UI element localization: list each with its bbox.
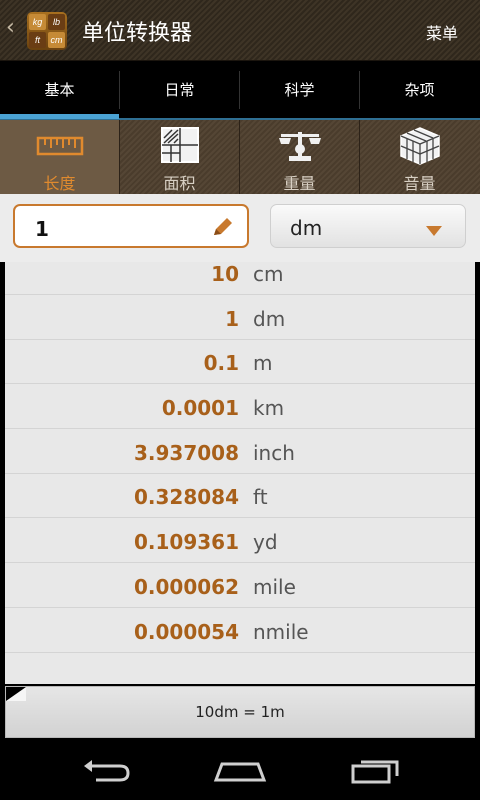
home-nav-icon[interactable]	[210, 754, 270, 786]
result-value: 0.0001	[161, 396, 239, 421]
app-icon[interactable]: kg lb ft cm	[27, 12, 67, 50]
result-row: 0.109361 yd	[5, 518, 475, 564]
category-label: 音量	[403, 174, 436, 193]
result-row: 0.000054 nmile	[5, 608, 475, 653]
input-row: 1 dm	[0, 194, 480, 262]
cube-icon	[360, 126, 479, 166]
result-unit: km	[253, 396, 285, 421]
conversion-summary[interactable]: 10dm = 1m	[5, 686, 475, 738]
category-weight[interactable]: 重量	[240, 120, 360, 194]
tab-basic[interactable]: 基本	[0, 71, 120, 109]
result-value: 10	[211, 262, 239, 286]
back-caret-icon[interactable]: ‹	[6, 15, 15, 40]
page-fold-corner	[6, 687, 26, 701]
summary-text: 10dm = 1m	[195, 703, 285, 721]
area-grid-icon	[120, 126, 239, 166]
result-row: 0.1 m	[5, 340, 475, 385]
unit-select[interactable]: dm	[270, 204, 466, 248]
pencil-icon[interactable]	[211, 216, 235, 242]
result-unit: nmile	[253, 619, 309, 644]
result-row: 1 dm	[5, 295, 475, 340]
result-row: 3.937008 inch	[5, 429, 475, 474]
value-input[interactable]: 1	[13, 204, 249, 248]
result-value: 0.1	[203, 351, 239, 376]
category-label: 面积	[163, 174, 196, 193]
tab-active-indicator	[0, 114, 119, 119]
result-unit: m	[253, 351, 273, 376]
category-volume[interactable]: 音量	[360, 120, 479, 194]
result-unit: yd	[253, 530, 278, 555]
result-value: 0.109361	[133, 530, 239, 555]
app-icon-cell: ft	[29, 32, 46, 48]
ruler-icon	[0, 126, 119, 166]
tab-science[interactable]: 科学	[240, 71, 360, 109]
category-area[interactable]: 面积	[120, 120, 240, 194]
tab-daily[interactable]: 日常	[120, 71, 240, 109]
dropdown-arrow-icon	[425, 222, 443, 241]
menu-button[interactable]: 菜单	[426, 20, 458, 44]
action-bar: ‹ kg lb ft cm 单位转换器 菜单	[0, 0, 480, 61]
value-input-text: 1	[35, 217, 49, 241]
category-label: 重量	[283, 174, 316, 193]
app-icon-cell: kg	[29, 14, 46, 30]
result-row: 10 cm	[5, 262, 475, 295]
result-unit: mile	[253, 574, 296, 599]
result-unit: dm	[253, 306, 286, 331]
tab-bar: 基本 日常 科学 杂项	[0, 61, 480, 119]
app-icon-cell: cm	[48, 32, 65, 48]
result-value: 0.000054	[133, 619, 239, 644]
result-unit: cm	[253, 262, 284, 286]
result-value: 3.937008	[133, 440, 239, 465]
results-list[interactable]: 10 cm 1 dm 0.1 m 0.0001 km 3.937008 inch 0.32…	[5, 262, 475, 684]
scale-icon	[240, 126, 359, 166]
result-row: 0.000062 mile	[5, 563, 475, 608]
result-row: 0.328084 ft	[5, 474, 475, 519]
back-nav-icon[interactable]	[76, 754, 136, 786]
result-value: 1	[225, 306, 239, 331]
category-length[interactable]: 长度	[0, 120, 120, 194]
system-nav-bar	[0, 740, 480, 800]
result-unit: ft	[253, 485, 268, 510]
category-label: 长度	[43, 174, 76, 193]
result-value: 0.328084	[133, 485, 239, 510]
recent-apps-nav-icon[interactable]	[345, 754, 405, 786]
tab-misc[interactable]: 杂项	[360, 71, 479, 109]
app-title: 单位转换器	[82, 21, 193, 46]
category-bar: 长度 面积 重量 音量	[0, 120, 480, 194]
result-row: 0.0001 km	[5, 384, 475, 430]
app-icon-cell: lb	[48, 14, 65, 30]
result-unit: inch	[253, 440, 295, 465]
unit-select-value: dm	[290, 216, 323, 240]
result-value: 0.000062	[133, 574, 239, 599]
